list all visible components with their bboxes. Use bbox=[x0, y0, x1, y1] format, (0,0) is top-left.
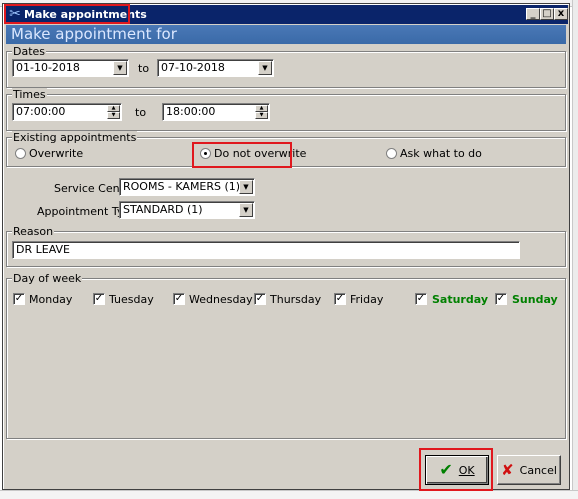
time-from-field[interactable]: 07:00:00 ▲ ▼ bbox=[12, 103, 122, 121]
time-to-value: 18:00:00 bbox=[166, 105, 216, 118]
friday-checkbox[interactable]: ✓ bbox=[334, 293, 346, 305]
time-from-spinner[interactable]: ▲ ▼ bbox=[107, 105, 120, 119]
dates-to-label: to bbox=[138, 62, 150, 75]
radio-overwrite[interactable] bbox=[15, 148, 26, 159]
saturday-label[interactable]: Saturday bbox=[432, 293, 488, 306]
background-app-edge bbox=[572, 0, 578, 498]
wednesday-checkbox[interactable]: ✓ bbox=[173, 293, 185, 305]
friday-label[interactable]: Friday bbox=[350, 293, 383, 306]
chevron-down-icon[interactable]: ▼ bbox=[113, 61, 127, 75]
date-to-value: 07-10-2018 bbox=[161, 61, 225, 74]
cancel-button-label: Cancel bbox=[519, 463, 557, 477]
spin-down-icon[interactable]: ▼ bbox=[107, 112, 120, 119]
times-legend: Times bbox=[12, 88, 47, 101]
x-icon: ✘ bbox=[501, 460, 514, 479]
wednesday-label[interactable]: Wednesday bbox=[189, 293, 253, 306]
header-band: Make appointment for bbox=[6, 25, 566, 44]
do-not-overwrite-highlight-box bbox=[192, 142, 292, 168]
service-centre-select[interactable]: ROOMS - KAMERS (1) ▼ bbox=[119, 178, 255, 196]
reason-legend: Reason bbox=[12, 225, 55, 238]
date-from-value: 01-10-2018 bbox=[16, 61, 80, 74]
make-appointments-dialog: ✂ Make appointments _ □ x Make appointme… bbox=[2, 3, 570, 491]
saturday-checkbox[interactable]: ✓ bbox=[415, 293, 427, 305]
sunday-checkbox[interactable]: ✓ bbox=[495, 293, 507, 305]
close-button[interactable]: x bbox=[554, 8, 568, 20]
day-of-week-legend: Day of week bbox=[12, 272, 83, 285]
dates-legend: Dates bbox=[12, 45, 47, 58]
reason-input[interactable]: DR LEAVE bbox=[12, 241, 520, 259]
time-to-field[interactable]: 18:00:00 ▲ ▼ bbox=[162, 103, 270, 121]
times-group: Times 07:00:00 ▲ ▼ to 18:00:00 ▲ ▼ bbox=[6, 88, 566, 131]
times-to-label: to bbox=[135, 106, 147, 119]
time-to-spinner[interactable]: ▲ ▼ bbox=[255, 105, 268, 119]
chevron-down-icon[interactable]: ▼ bbox=[239, 203, 253, 217]
thursday-label[interactable]: Thursday bbox=[270, 293, 321, 306]
reason-group: Reason DR LEAVE bbox=[6, 225, 566, 267]
date-from-field[interactable]: 01-10-2018 ▼ bbox=[12, 59, 129, 77]
sunday-label[interactable]: Sunday bbox=[512, 293, 558, 306]
appointment-type-select[interactable]: STANDARD (1) ▼ bbox=[119, 201, 255, 219]
spin-down-icon[interactable]: ▼ bbox=[255, 112, 268, 119]
radio-overwrite-label[interactable]: Overwrite bbox=[29, 147, 83, 160]
spin-up-icon[interactable]: ▲ bbox=[107, 105, 120, 112]
monday-label[interactable]: Monday bbox=[29, 293, 72, 306]
minimize-button[interactable]: _ bbox=[526, 8, 540, 20]
title-highlight-box bbox=[4, 4, 130, 24]
dates-group: Dates 01-10-2018 ▼ to 07-10-2018 ▼ bbox=[6, 45, 566, 88]
time-from-value: 07:00:00 bbox=[16, 105, 66, 118]
tuesday-checkbox[interactable]: ✓ bbox=[93, 293, 105, 305]
radio-ask-what-to-do[interactable] bbox=[386, 148, 397, 159]
maximize-button[interactable]: □ bbox=[540, 8, 554, 20]
header-title: Make appointment for bbox=[11, 25, 177, 43]
radio-ask-what-to-do-label[interactable]: Ask what to do bbox=[400, 147, 482, 160]
date-to-field[interactable]: 07-10-2018 ▼ bbox=[157, 59, 274, 77]
existing-legend: Existing appointments bbox=[12, 131, 138, 144]
spin-up-icon[interactable]: ▲ bbox=[255, 105, 268, 112]
appointment-type-value: STANDARD (1) bbox=[123, 203, 203, 216]
cancel-button[interactable]: ✘ Cancel bbox=[497, 455, 561, 485]
chevron-down-icon[interactable]: ▼ bbox=[239, 180, 253, 194]
monday-checkbox[interactable]: ✓ bbox=[13, 293, 25, 305]
tuesday-label[interactable]: Tuesday bbox=[109, 293, 154, 306]
reason-value: DR LEAVE bbox=[16, 243, 70, 256]
chevron-down-icon[interactable]: ▼ bbox=[258, 61, 272, 75]
ok-highlight-box bbox=[419, 448, 493, 491]
service-centre-value: ROOMS - KAMERS (1) bbox=[123, 180, 241, 193]
day-of-week-group: Day of week ✓ Monday ✓ Tuesday ✓ Wednesd… bbox=[6, 272, 566, 439]
thursday-checkbox[interactable]: ✓ bbox=[254, 293, 266, 305]
